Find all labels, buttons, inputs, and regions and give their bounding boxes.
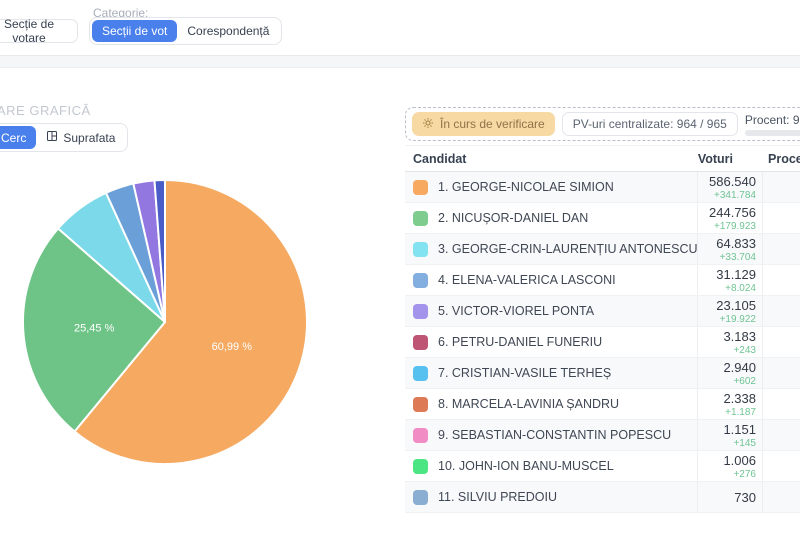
votes-value: 586.540 xyxy=(709,174,756,189)
votes-delta: +602 xyxy=(733,376,756,387)
votes-delta: +145 xyxy=(733,438,756,449)
candidate-color-swatch xyxy=(413,335,428,350)
candidate-name: 8. MARCELA-LAVINIA ȘANDRU xyxy=(438,397,619,411)
percent-progress-track xyxy=(745,130,800,136)
votes-value: 2.338 xyxy=(723,391,756,406)
percent-label: Procent: 99,90 % xyxy=(745,113,800,127)
candidate-name: 6. PETRU-DANIEL FUNERIU xyxy=(438,335,602,349)
percent-cell xyxy=(762,482,800,512)
candidate-color-swatch xyxy=(413,304,428,319)
votes-value: 1.151 xyxy=(723,422,756,437)
category-button-group: Secții de vot Corespondență xyxy=(89,17,282,45)
pie-slice-label: 25,45 % xyxy=(74,323,115,335)
candidate-name: 2. NICUȘOR-DANIEL DAN xyxy=(438,211,588,225)
percent-cell xyxy=(762,203,800,233)
table-row[interactable]: 9. SEBASTIAN-CONSTANTIN POPESCU 1.151+145 xyxy=(405,420,800,451)
table-row[interactable]: 6. PETRU-DANIEL FUNERIU 3.183+243 xyxy=(405,327,800,358)
section-divider xyxy=(0,55,800,68)
candidate-color-swatch xyxy=(413,459,428,474)
view-button-suprafata-label: Suprafata xyxy=(63,131,115,145)
votes-value: 3.183 xyxy=(723,329,756,344)
candidate-color-swatch xyxy=(413,397,428,412)
votes-value: 23.105 xyxy=(716,298,756,313)
table-row[interactable]: 11. SILVIU PREDOIU 730 xyxy=(405,482,800,513)
candidate-color-swatch xyxy=(413,211,428,226)
candidate-color-swatch xyxy=(413,273,428,288)
column-header-candidate: Candidat xyxy=(405,152,697,166)
percent-cell xyxy=(762,172,800,202)
votes-delta: +1.187 xyxy=(725,407,756,418)
votes-delta: +243 xyxy=(733,345,756,356)
votes-delta: +33.704 xyxy=(720,252,756,263)
filter-button-sectii-de-vot[interactable]: Secții de vot xyxy=(92,20,177,42)
pie-chart: 60,99 % 25,45 % xyxy=(20,177,310,467)
percent-cell xyxy=(762,451,800,481)
verification-status-label: În curs de verificare xyxy=(440,117,545,131)
candidate-name: 1. GEORGE-NICOLAE SIMION xyxy=(438,180,614,194)
percent-cell xyxy=(762,296,800,326)
percent-cell xyxy=(762,265,800,295)
filter-button-sectie-de-votare[interactable]: Secție de votare xyxy=(0,19,78,43)
column-header-percent: Procent xyxy=(762,152,800,166)
view-button-cerc[interactable]: Cerc xyxy=(0,126,36,149)
view-button-suprafata[interactable]: Suprafata xyxy=(36,126,125,149)
chart-view-toggle: Cerc Suprafata xyxy=(0,123,128,152)
votes-delta: +8.024 xyxy=(725,283,756,294)
votes-value: 2.940 xyxy=(723,360,756,375)
table-row[interactable]: 3. GEORGE-CRIN-LAURENȚIU ANTONESCU 64.833… xyxy=(405,234,800,265)
candidate-name: 7. CRISTIAN-VASILE TERHEȘ xyxy=(438,366,611,380)
table-header-row: Candidat Voturi Procent xyxy=(405,145,800,172)
view-button-cerc-label: Cerc xyxy=(1,131,26,145)
votes-delta: +19.922 xyxy=(720,314,756,325)
votes-delta: +341.784 xyxy=(714,190,756,201)
votes-value: 64.833 xyxy=(716,236,756,251)
votes-value: 1.006 xyxy=(723,453,756,468)
topbar: Categorie: Secție de votare Secții de vo… xyxy=(0,0,800,55)
candidate-color-swatch xyxy=(413,242,428,257)
treemap-icon xyxy=(46,130,58,145)
candidate-color-swatch xyxy=(413,490,428,505)
pie-slice-label: 60,99 % xyxy=(212,341,253,353)
filter-button-corespondenta[interactable]: Corespondență xyxy=(177,20,279,42)
candidate-name: 3. GEORGE-CRIN-LAURENȚIU ANTONESCU xyxy=(438,242,697,256)
candidate-name: 10. JOHN-ION BANU-MUSCEL xyxy=(438,459,614,473)
column-header-votes: Voturi xyxy=(697,152,762,166)
verification-status-badge: În curs de verificare xyxy=(412,112,555,136)
status-bar: În curs de verificare PV-uri centralizat… xyxy=(405,107,800,141)
table-row[interactable]: 4. ELENA-VALERICA LASCONI 31.129+8.024 xyxy=(405,265,800,296)
candidate-color-swatch xyxy=(413,366,428,381)
percent-cell xyxy=(762,389,800,419)
table-row[interactable]: 8. MARCELA-LAVINIA ȘANDRU 2.338+1.187 xyxy=(405,389,800,420)
votes-value: 31.129 xyxy=(716,267,756,282)
percent-cell xyxy=(762,358,800,388)
candidate-name: 5. VICTOR-VIOREL PONTA xyxy=(438,304,594,318)
candidate-name: 9. SEBASTIAN-CONSTANTIN POPESCU xyxy=(438,428,671,442)
table-row[interactable]: 2. NICUȘOR-DANIEL DAN 244.756+179.923 xyxy=(405,203,800,234)
candidate-color-swatch xyxy=(413,180,428,195)
votes-delta: +179.923 xyxy=(714,221,756,232)
percent-cell xyxy=(762,420,800,450)
votes-value: 244.756 xyxy=(709,205,756,220)
gear-icon xyxy=(422,117,434,132)
pv-centralized-label: PV-uri centralizate: 964 / 965 xyxy=(573,117,727,131)
votes-delta: +276 xyxy=(733,469,756,480)
candidate-name: 11. SILVIU PREDOIU xyxy=(438,490,557,504)
table-row[interactable]: 10. JOHN-ION BANU-MUSCEL 1.006+276 xyxy=(405,451,800,482)
pv-centralized-badge: PV-uri centralizate: 964 / 965 xyxy=(562,112,738,136)
results-table: Candidat Voturi Procent 1. GEORGE-NICOLA… xyxy=(405,145,800,513)
candidate-color-swatch xyxy=(413,428,428,443)
table-body: 1. GEORGE-NICOLAE SIMION 586.540+341.784 2… xyxy=(405,172,800,513)
percent-cell xyxy=(762,327,800,357)
percent-cell xyxy=(762,234,800,264)
table-row[interactable]: 5. VICTOR-VIOREL PONTA 23.105+19.922 xyxy=(405,296,800,327)
table-row[interactable]: 1. GEORGE-NICOLAE SIMION 586.540+341.784 xyxy=(405,172,800,203)
candidate-name: 4. ELENA-VALERICA LASCONI xyxy=(438,273,616,287)
percent-progress-block: Procent: 99,90 % xyxy=(745,113,800,136)
table-row[interactable]: 7. CRISTIAN-VASILE TERHEȘ 2.940+602 xyxy=(405,358,800,389)
graphic-section-heading: ARE GRAFICĂ xyxy=(0,103,91,118)
votes-value: 730 xyxy=(734,490,756,505)
